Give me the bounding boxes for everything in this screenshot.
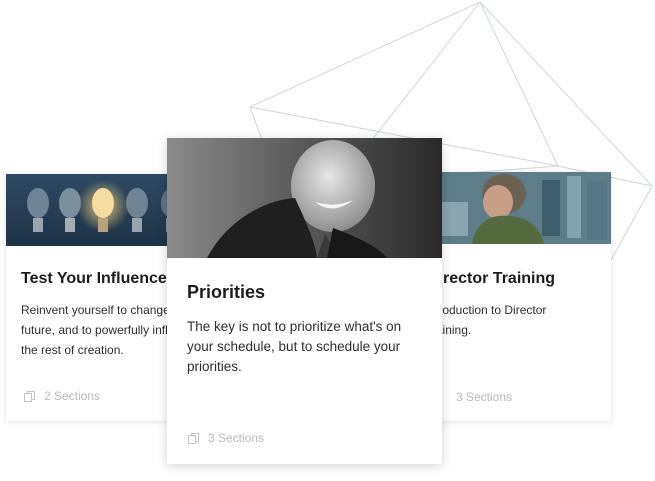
- sections-label: 3 Sections: [456, 390, 513, 404]
- smiling-man-portrait-image: [167, 138, 442, 258]
- card-title: Test Your Influence: [21, 270, 167, 287]
- sections-label: 2 Sections: [44, 389, 101, 403]
- course-card-test-your-influence[interactable]: Test Your Influence Reinvent yourself to…: [6, 174, 181, 421]
- course-card-director-training[interactable]: Director Training Introduction to Direct…: [422, 172, 611, 421]
- course-card-priorities[interactable]: Priorities The key is not to prioritize …: [167, 138, 442, 464]
- card-title: Priorities: [187, 282, 266, 302]
- sections-count: 3 Sections: [187, 431, 264, 445]
- sections-label: 3 Sections: [208, 431, 265, 445]
- light-bulbs-image: [6, 174, 181, 246]
- card-description: The key is not to prioritize what's on y…: [187, 319, 402, 374]
- copy-icon: [188, 432, 199, 444]
- copy-icon: [24, 390, 35, 402]
- card-title: Director Training: [427, 270, 556, 287]
- sections-count: 3 Sections: [456, 390, 512, 404]
- sections-count: 2 Sections: [23, 389, 100, 403]
- card-description: Introduction to Director Training.: [425, 303, 547, 337]
- card-description: Reinvent yourself to change your future,…: [21, 303, 181, 357]
- man-in-office-image: [422, 172, 611, 244]
